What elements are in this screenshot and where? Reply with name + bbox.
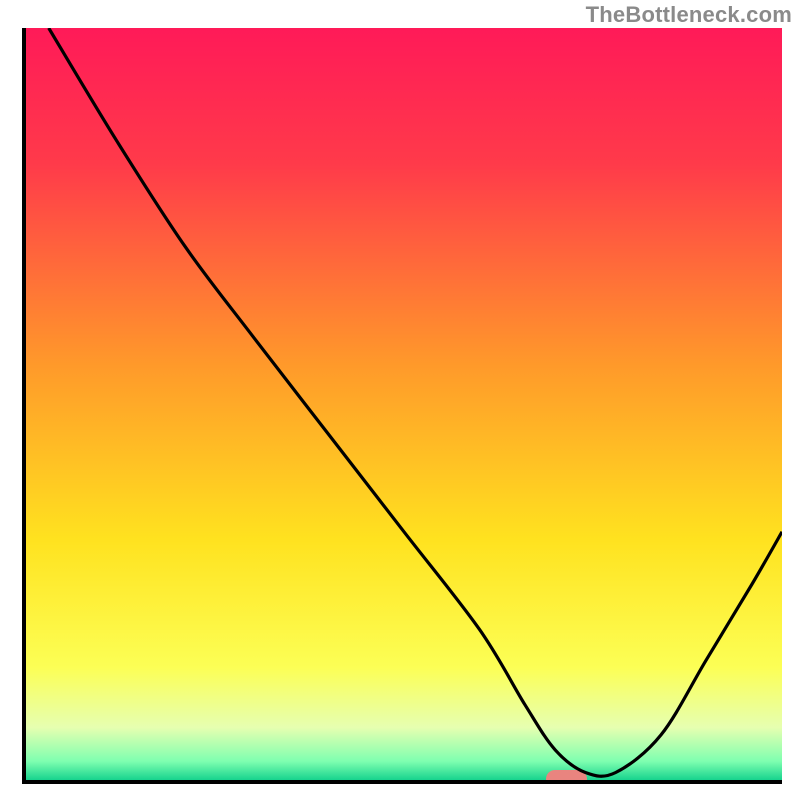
curve-svg	[26, 28, 782, 780]
watermark-text: TheBottleneck.com	[586, 2, 792, 28]
chart-container: TheBottleneck.com	[0, 0, 800, 800]
plot-area	[22, 28, 782, 784]
bottleneck-curve	[49, 28, 782, 776]
